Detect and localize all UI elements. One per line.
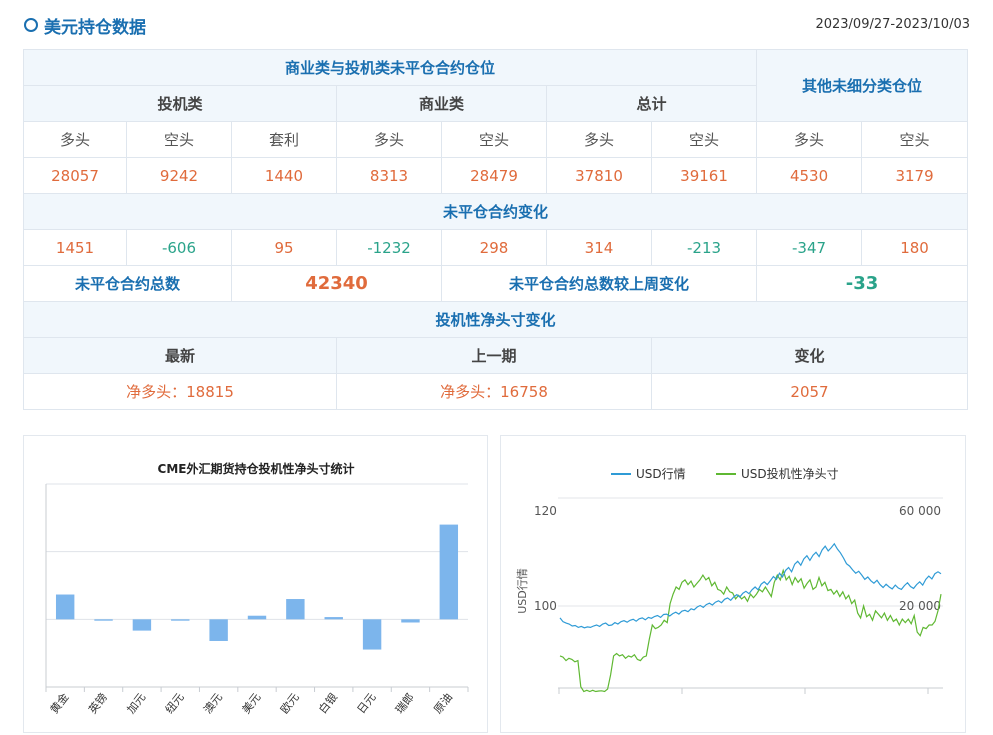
sub-header: 空头 <box>861 121 969 158</box>
x-tick-label: 原油 <box>431 690 456 716</box>
net-latest-text: 净多头：18815 <box>126 383 234 401</box>
bar-chart-panel: CME外汇期货持仓投机性净头寸统计黄金 英镑 加元 纽元 澳元 美元 欧元 白银 日元 瑞郎 原油 <box>23 435 488 733</box>
position-value: 28479 <box>441 157 547 194</box>
position-value: 39161 <box>650 157 758 194</box>
other-group-header: 其他未细分类仓位 <box>756 49 969 122</box>
weekly-change-label: 未平仓合约总数较上周变化 <box>440 265 758 302</box>
change-value: -213 <box>650 229 758 266</box>
changes-row: 1451 -606 95 -1232 298 314 -213 -347 180 <box>23 229 969 266</box>
change-value: -1232 <box>336 229 442 266</box>
x-tick-label: 澳元 <box>201 691 225 716</box>
bar <box>55 594 75 620</box>
left-tick-label: 100 <box>534 599 557 613</box>
page-title: 美元持仓数据 <box>44 18 146 38</box>
bar <box>401 619 420 623</box>
total-header: 总计 <box>545 85 758 122</box>
legend-label: USD行情 <box>636 467 686 481</box>
position-value: 28057 <box>23 157 127 194</box>
bar <box>132 619 152 631</box>
positions-row: 28057 9242 1440 8313 28479 37810 39161 4… <box>23 157 969 194</box>
net-change: 2057 <box>650 373 969 410</box>
change-title: 未平仓合约变化 <box>22 193 969 230</box>
position-value: 8313 <box>336 157 442 194</box>
series-line-usd-index <box>559 542 942 629</box>
left-tick-label: 120 <box>534 504 557 518</box>
x-tick-label: 欧元 <box>278 691 302 716</box>
legend-label: USD投机性净头寸 <box>741 466 839 481</box>
change-value: 180 <box>861 229 969 266</box>
sub-header: 多头 <box>23 121 127 158</box>
series-line-usd-net-position <box>559 568 942 693</box>
x-tick-label: 英镑 <box>85 690 110 716</box>
change-value: 298 <box>441 229 547 266</box>
bar <box>94 619 113 621</box>
line-chart-panel: USD行情 USD投机性净头寸 120 100 60 000 20 000 USD行情 <box>500 435 966 733</box>
position-value: 4530 <box>756 157 863 194</box>
net-previous-text: 净多头：16758 <box>440 383 548 401</box>
sub-header: 空头 <box>126 121 232 158</box>
x-tick-label: 黄金 <box>47 690 72 716</box>
y-axis-label: USD行情 <box>516 568 529 614</box>
x-tick-label: 瑞郎 <box>392 690 417 716</box>
line-chart: USD行情 USD投机性净头寸 120 100 60 000 20 000 USD行情 <box>516 466 943 694</box>
bar-chart: CME外汇期货持仓投机性净头寸统计黄金 英镑 加元 纽元 澳元 美元 欧元 白银 日元 瑞郎 原油 <box>45 461 469 716</box>
right-tick-label: 20 000 <box>899 599 941 613</box>
date-range: 2023/09/27-2023/10/03 <box>815 17 970 32</box>
position-value: 1440 <box>231 157 337 194</box>
x-tick-label: 加元 <box>124 691 148 716</box>
bar <box>324 617 343 620</box>
weekly-change-value: -33 <box>756 265 969 302</box>
change-value: 1451 <box>23 229 127 266</box>
spec-header: 投机类 <box>23 85 337 122</box>
net-header-latest: 最新 <box>23 337 337 374</box>
page-header: 美元持仓数据 2023/09/27-2023/10/03 <box>24 12 970 40</box>
x-tick-label: 美元 <box>240 691 264 716</box>
sub-header: 套利 <box>231 121 337 158</box>
sub-header: 多头 <box>336 121 442 158</box>
x-tick-label: 日元 <box>355 691 379 716</box>
sub-header: 空头 <box>441 121 547 158</box>
bar <box>247 615 267 620</box>
sub-header: 多头 <box>546 121 652 158</box>
bar <box>362 619 382 650</box>
positions-table: 商业类与投机类未平仓合约仓位 其他未细分类仓位 投机类 商业类 总计 多头 空头… <box>22 49 969 410</box>
x-tick-label: 纽元 <box>162 690 187 716</box>
x-tick-label: 白银 <box>316 690 341 716</box>
bar <box>439 524 459 620</box>
right-tick-label: 60 000 <box>899 504 941 518</box>
sub-header: 空头 <box>650 121 758 158</box>
comm-header: 商业类 <box>336 85 547 122</box>
position-value: 37810 <box>546 157 652 194</box>
bar <box>286 599 305 620</box>
position-value: 3179 <box>861 157 969 194</box>
position-value: 9242 <box>126 157 232 194</box>
net-header-change: 变化 <box>650 337 969 374</box>
net-header-previous: 上一期 <box>336 337 652 374</box>
net-latest: 净多头：18815 <box>23 373 337 410</box>
sub-header-row: 多头 空头 套利 多头 空头 多头 空头 多头 空头 <box>23 121 969 158</box>
change-value: 314 <box>546 229 652 266</box>
change-value: -606 <box>126 229 232 266</box>
bar-chart-title: CME外汇期货持仓投机性净头寸统计 <box>158 461 355 476</box>
bar <box>171 619 190 621</box>
net-previous: 净多头：16758 <box>336 373 652 410</box>
circle-icon <box>24 18 38 32</box>
total-label: 未平仓合约总数 <box>23 265 232 302</box>
net-title: 投机性净头寸变化 <box>22 301 969 338</box>
change-value: 95 <box>231 229 337 266</box>
total-value: 42340 <box>231 265 442 302</box>
main-group-header: 商业类与投机类未平仓合约仓位 <box>22 49 758 86</box>
bar <box>209 619 228 641</box>
change-value: -347 <box>756 229 863 266</box>
sub-header: 多头 <box>756 121 863 158</box>
